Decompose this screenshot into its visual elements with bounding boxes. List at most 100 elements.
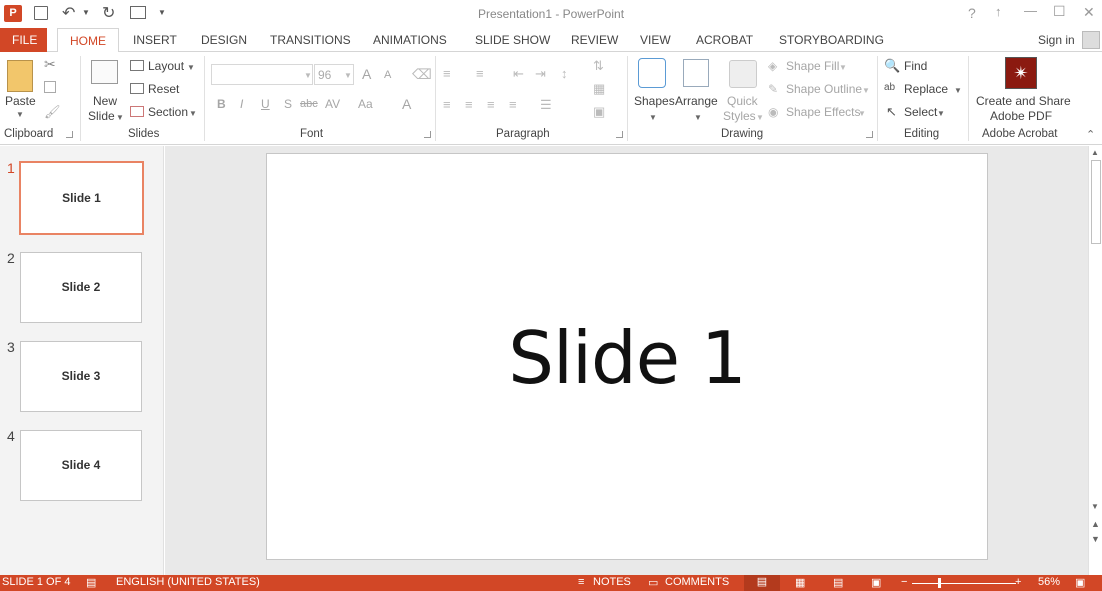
shapes-button[interactable]: Shapes <box>634 94 675 108</box>
scroll-thumb[interactable] <box>1091 160 1101 244</box>
tab-slide-show[interactable]: SLIDE SHOW <box>475 28 550 52</box>
italic-button[interactable]: I <box>240 97 243 111</box>
next-slide-icon[interactable]: ▼ <box>1091 534 1100 544</box>
previous-slide-icon[interactable]: ▲ <box>1091 519 1100 529</box>
section-button[interactable]: Section <box>148 105 188 119</box>
scroll-up-icon[interactable]: ▲ <box>1091 148 1099 157</box>
align-right-icon[interactable]: ≡ <box>487 97 495 112</box>
ribbon-display-options-icon[interactable]: ↑ <box>995 4 1002 19</box>
font-launcher-icon[interactable] <box>424 131 431 138</box>
tab-design[interactable]: DESIGN <box>201 28 247 52</box>
convert-smartart-icon[interactable]: ▣ <box>593 104 605 120</box>
layout-dropdown-icon[interactable]: ▼ <box>187 63 195 72</box>
replace-dropdown-icon[interactable]: ▼ <box>954 86 962 95</box>
new-slide-dropdown-icon[interactable]: ▼ <box>116 113 124 122</box>
zoom-slider-thumb[interactable] <box>937 578 941 588</box>
collapse-ribbon-icon[interactable]: ⌃ <box>1086 128 1095 141</box>
decrease-indent-icon[interactable]: ⇤ <box>513 66 524 82</box>
shape-fill-dropdown-icon[interactable]: ▼ <box>839 63 847 72</box>
increase-indent-icon[interactable]: ⇥ <box>535 66 546 82</box>
new-slide-button[interactable]: New <box>93 94 117 108</box>
slide-thumbnail[interactable]: Slide 2 <box>20 252 142 323</box>
layout-button[interactable]: Layout <box>148 59 184 73</box>
section-dropdown-icon[interactable]: ▼ <box>189 109 197 118</box>
drawing-launcher-icon[interactable] <box>866 131 873 138</box>
adobe-pdf-icon[interactable]: ✴ <box>1005 57 1037 89</box>
slide-thumbnail[interactable]: Slide 1 <box>19 161 144 235</box>
slide-sorter-icon[interactable]: ▦ <box>795 576 805 589</box>
format-painter-icon[interactable]: 🖌 <box>44 104 61 120</box>
tab-review[interactable]: REVIEW <box>571 28 618 52</box>
select-dropdown-icon[interactable]: ▼ <box>937 109 945 118</box>
close-icon[interactable]: ✕ <box>1083 4 1095 21</box>
reset-button[interactable]: Reset <box>148 82 179 96</box>
slideshow-view-icon[interactable]: ▣ <box>871 576 881 589</box>
paste-icon[interactable] <box>7 60 33 92</box>
fit-to-window-icon[interactable]: ▣ <box>1075 576 1085 589</box>
reading-view-icon[interactable]: ▤ <box>833 576 843 589</box>
tab-home[interactable]: HOME <box>57 28 119 53</box>
tab-acrobat[interactable]: ACROBAT <box>696 28 753 52</box>
slide-thumbnail[interactable]: Slide 3 <box>20 341 142 412</box>
zoom-slider[interactable] <box>912 583 1016 584</box>
slide-count-status[interactable]: SLIDE 1 OF 4 <box>2 576 70 588</box>
font-size-dropdown-icon[interactable]: ▼ <box>344 71 352 80</box>
arrange-icon[interactable] <box>683 59 709 87</box>
clipboard-launcher-icon[interactable] <box>66 131 73 138</box>
clear-formatting-icon[interactable]: ⌫ <box>412 66 432 83</box>
tab-file[interactable]: FILE <box>0 28 47 52</box>
tab-storyboarding[interactable]: STORYBOARDING <box>779 28 884 52</box>
align-left-icon[interactable]: ≡ <box>443 97 451 112</box>
align-text-icon[interactable]: ▦ <box>593 81 605 97</box>
minimize-icon[interactable]: — <box>1024 3 1037 18</box>
font-color-button[interactable]: A <box>402 96 411 112</box>
quick-styles-icon[interactable] <box>729 60 757 88</box>
paragraph-launcher-icon[interactable] <box>616 131 623 138</box>
shapes-icon[interactable] <box>638 58 666 88</box>
tab-transitions[interactable]: TRANSITIONS <box>270 28 351 52</box>
align-center-icon[interactable]: ≡ <box>465 97 473 112</box>
create-adobe-pdf-button[interactable]: Create and Share <box>976 94 1071 108</box>
copy-icon[interactable] <box>44 81 56 93</box>
scroll-down-icon[interactable]: ▼ <box>1091 502 1099 511</box>
justify-icon[interactable]: ≡ <box>509 97 517 112</box>
notes-button[interactable]: NOTES <box>593 576 631 588</box>
text-direction-icon[interactable]: ⇅ <box>593 58 604 74</box>
change-case-button[interactable]: Aa <box>358 97 373 111</box>
slide-thumbnail[interactable]: Slide 4 <box>20 430 142 501</box>
bullets-icon[interactable]: ≡ <box>443 66 451 81</box>
shape-outline-button[interactable]: Shape Outline <box>786 82 862 96</box>
tab-animations[interactable]: ANIMATIONS <box>373 28 447 52</box>
increase-font-size-icon[interactable]: A <box>362 66 371 82</box>
normal-view-button[interactable]: ▤ <box>744 575 780 591</box>
shape-effects-dropdown-icon[interactable]: ▼ <box>858 109 866 118</box>
decrease-font-size-icon[interactable]: A <box>384 69 391 81</box>
strikethrough-button[interactable]: abc <box>300 98 318 110</box>
select-button[interactable]: Select <box>904 105 937 119</box>
maximize-icon[interactable]: ☐ <box>1053 3 1066 20</box>
tab-view[interactable]: VIEW <box>640 28 671 52</box>
shape-fill-button[interactable]: Shape Fill <box>786 59 839 73</box>
zoom-level[interactable]: 56% <box>1038 576 1060 588</box>
language-status[interactable]: ENGLISH (UNITED STATES) <box>116 576 260 588</box>
paste-button[interactable]: Paste <box>5 94 36 108</box>
numbering-icon[interactable]: ≡ <box>476 66 484 81</box>
text-shadow-button[interactable]: S <box>284 97 292 111</box>
font-name-dropdown-icon[interactable]: ▼ <box>304 71 312 80</box>
account-avatar-icon[interactable] <box>1082 31 1100 49</box>
replace-button[interactable]: Replace <box>904 82 948 96</box>
arrange-button[interactable]: Arrange <box>675 94 718 108</box>
quick-styles-button[interactable]: Quick <box>727 94 758 108</box>
slide-canvas[interactable]: Slide 1 <box>266 153 988 560</box>
zoom-in-icon[interactable]: + <box>1015 576 1021 588</box>
quick-styles-dropdown-icon[interactable]: ▼ <box>756 113 764 122</box>
zoom-out-icon[interactable]: − <box>901 576 907 588</box>
shapes-dropdown-icon[interactable]: ▼ <box>649 113 657 122</box>
columns-icon[interactable]: ☰ <box>540 97 552 113</box>
line-spacing-icon[interactable]: ↕ <box>561 66 568 81</box>
sign-in-link[interactable]: Sign in <box>1038 28 1075 52</box>
shape-effects-button[interactable]: Shape Effects <box>786 105 861 119</box>
paste-dropdown-icon[interactable]: ▼ <box>16 110 24 119</box>
font-name-box[interactable] <box>211 64 313 85</box>
slide-title-text[interactable]: Slide 1 <box>508 316 746 400</box>
